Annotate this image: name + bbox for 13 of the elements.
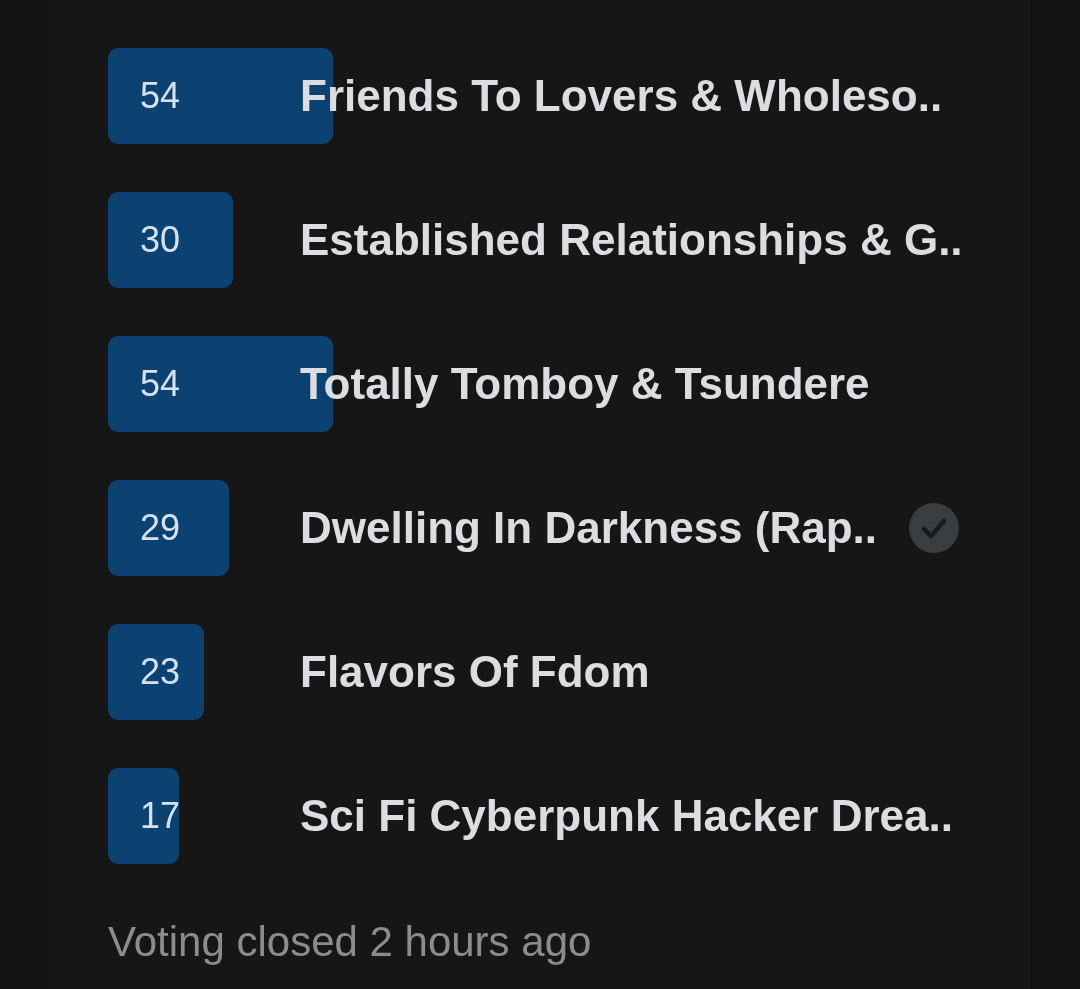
option-label: Totally Tomboy & Tsundere <box>300 359 870 409</box>
option-label: Sci Fi Cyberpunk Hacker Drea.. <box>300 791 953 841</box>
vote-count: 17 <box>140 795 181 837</box>
option-label: Flavors Of Fdom <box>300 647 650 697</box>
vote-count: 30 <box>140 219 181 261</box>
vote-count: 54 <box>140 363 181 405</box>
option-label: Dwelling In Darkness (Rap.. <box>300 503 878 553</box>
vote-count: 29 <box>140 507 181 549</box>
option-label: Friends To Lovers & Wholeso.. <box>300 71 943 121</box>
voting-status: Voting closed 2 hours ago <box>108 918 592 966</box>
vote-count: 54 <box>140 75 181 117</box>
vote-count: 23 <box>140 651 181 693</box>
option-label: Established Relationships & G.. <box>300 215 963 265</box>
